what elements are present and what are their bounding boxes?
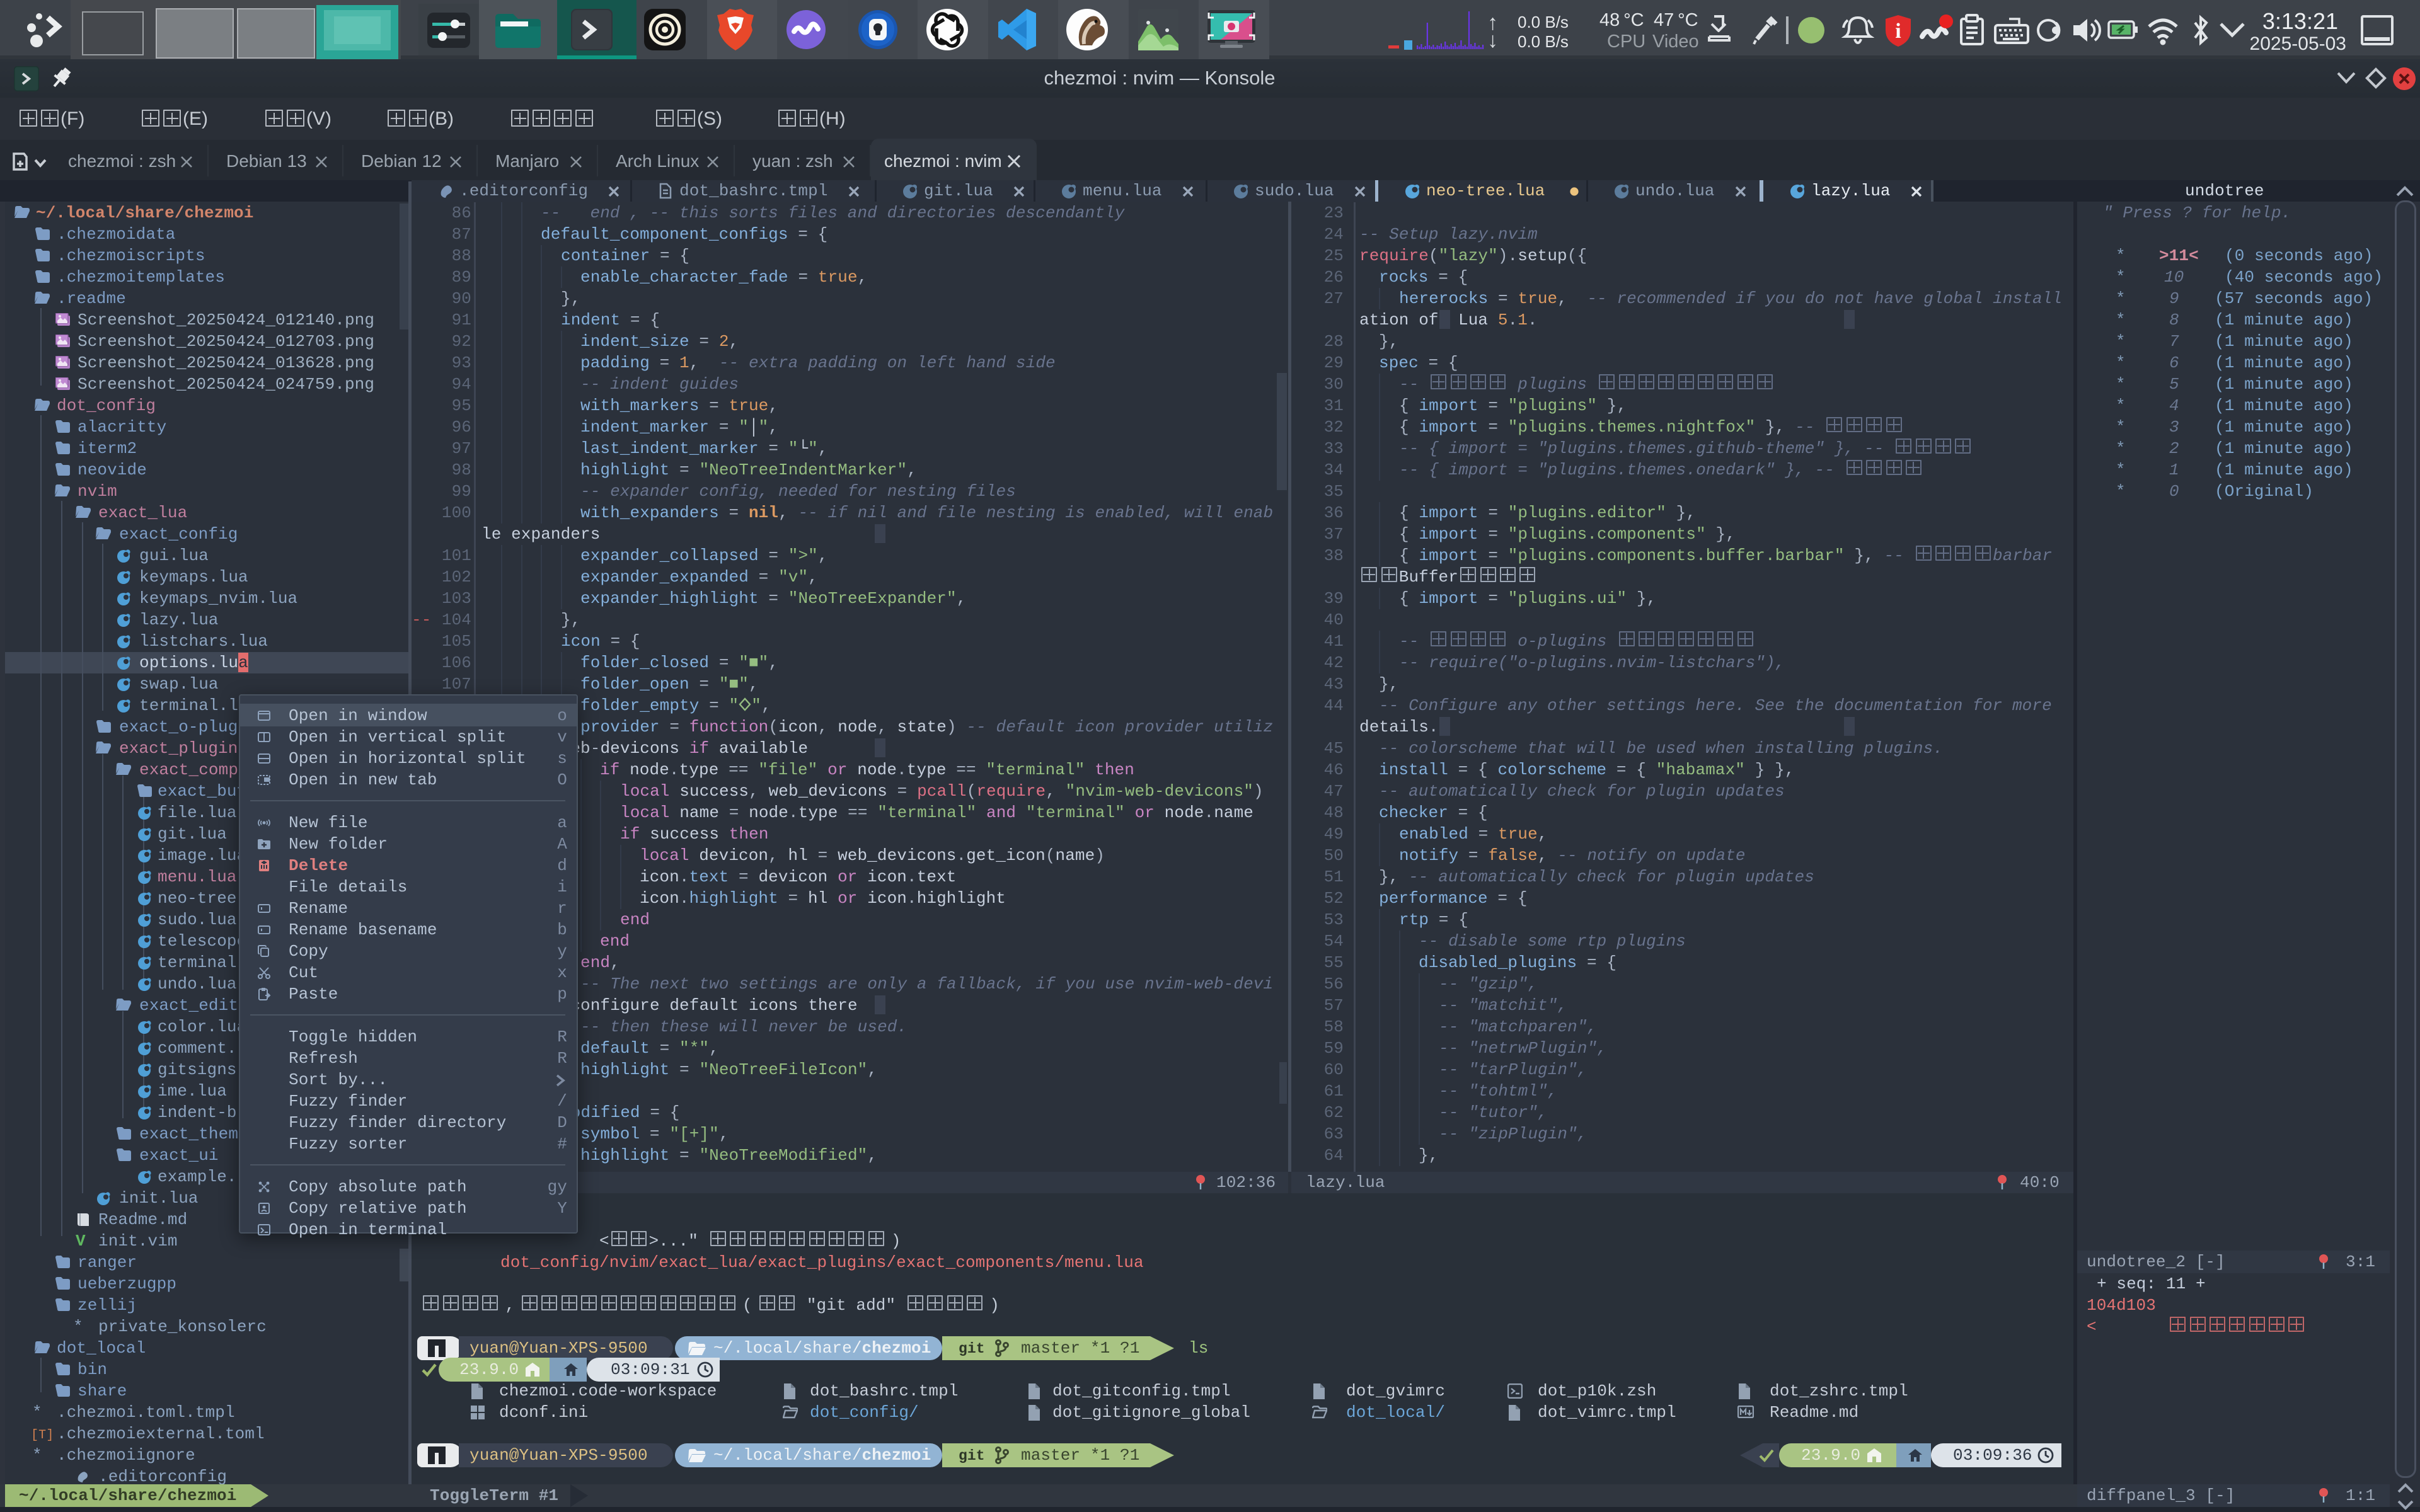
- svg-text:i: i: [1895, 20, 1901, 43]
